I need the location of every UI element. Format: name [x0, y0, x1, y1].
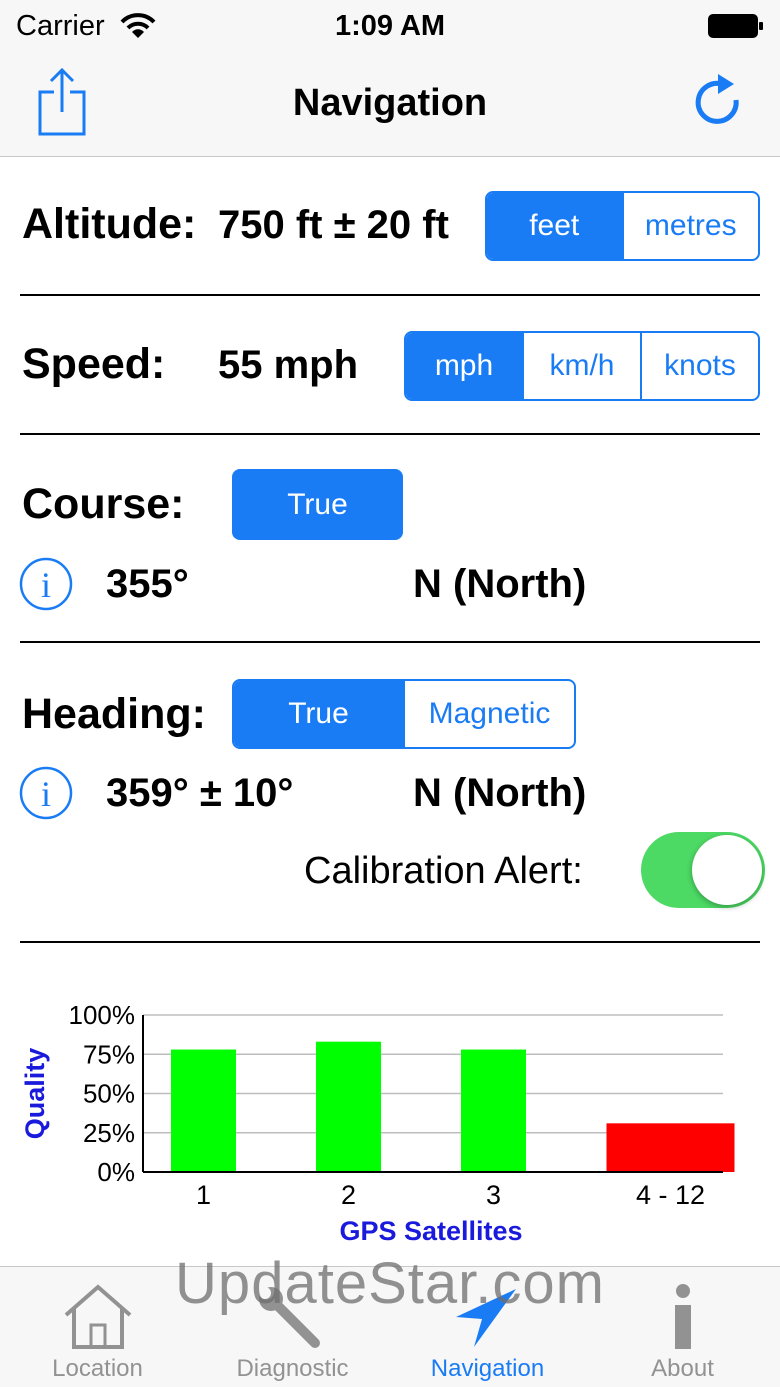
svg-text:i: i	[41, 774, 51, 814]
course-label: Course:	[22, 480, 185, 528]
clock: 1:09 AM	[334, 10, 446, 42]
segment-knots[interactable]: knots	[640, 333, 758, 399]
toggle-knob	[692, 835, 762, 905]
bar-3	[461, 1049, 526, 1172]
segment-feet[interactable]: feet	[487, 193, 622, 259]
course-info-icon[interactable]: i	[19, 557, 73, 611]
segment-metres[interactable]: metres	[621, 193, 759, 259]
y-tick-label: 0%	[97, 1157, 135, 1187]
course-degrees: 355°	[106, 562, 189, 606]
tab-label: About	[651, 1355, 714, 1382]
tab-label: Navigation	[430, 1355, 545, 1382]
course-true-button[interactable]: True	[232, 469, 403, 540]
course-direction: N (North)	[413, 562, 587, 606]
speed-unit-segmented-control: mph km/h knots	[404, 331, 760, 401]
gps-satellite-quality-chart: 0% 25% 50% 75% 100% 1 2 3 4 - 12 Quality GPS Sa…	[20, 1000, 735, 1246]
tab-label: Diagnostic	[236, 1355, 349, 1382]
divider	[20, 941, 760, 943]
divider	[20, 641, 760, 643]
divider	[20, 433, 760, 435]
heading-label: Heading:	[22, 690, 206, 738]
altitude-label: Altitude:	[22, 200, 197, 248]
svg-text:i: i	[41, 565, 51, 605]
watermark: UpdateStar.com	[175, 1251, 605, 1316]
tab-label: Location	[52, 1355, 143, 1382]
y-tick-label: 25%	[83, 1118, 135, 1148]
heading-info-icon[interactable]: i	[19, 766, 73, 820]
bar-1	[171, 1049, 236, 1172]
altitude-value: 750 ft ± 20 ft	[218, 203, 449, 247]
calibration-alert-toggle[interactable]	[641, 832, 765, 908]
y-tick-label: 50%	[83, 1079, 135, 1109]
segment-magnetic[interactable]: Magnetic	[403, 681, 574, 747]
x-axis-label: GPS Satellites	[339, 1216, 522, 1246]
page-title: Navigation	[292, 82, 488, 124]
divider	[20, 294, 760, 296]
heading-degrees: 359° ± 10°	[106, 771, 294, 815]
x-tick-label: 2	[341, 1180, 356, 1210]
heading-direction: N (North)	[413, 771, 587, 815]
calibration-alert-label: Calibration Alert:	[304, 850, 583, 892]
x-tick-label: 3	[486, 1180, 501, 1210]
refresh-icon[interactable]	[692, 74, 746, 132]
speed-value: 55 mph	[218, 343, 359, 387]
x-tick-label: 1	[196, 1180, 211, 1210]
speed-label: Speed:	[22, 340, 166, 388]
battery-icon	[708, 14, 763, 38]
bar-2	[316, 1041, 381, 1172]
segment-true[interactable]: True	[234, 681, 403, 747]
bar-4-12	[606, 1123, 735, 1172]
y-tick-label: 100%	[69, 1000, 136, 1030]
y-tick-label: 75%	[83, 1039, 135, 1069]
segment-kmh[interactable]: km/h	[522, 333, 640, 399]
status-bar: Carrier 1:09 AM	[0, 0, 780, 54]
y-axis-label: Quality	[20, 1048, 50, 1140]
altitude-unit-segmented-control: feet metres	[485, 191, 760, 261]
navigation-bar: Navigation	[0, 54, 780, 157]
segment-mph[interactable]: mph	[406, 333, 522, 399]
x-tick-label: 4 - 12	[636, 1180, 705, 1210]
heading-mode-segmented-control: True Magnetic	[232, 679, 576, 749]
